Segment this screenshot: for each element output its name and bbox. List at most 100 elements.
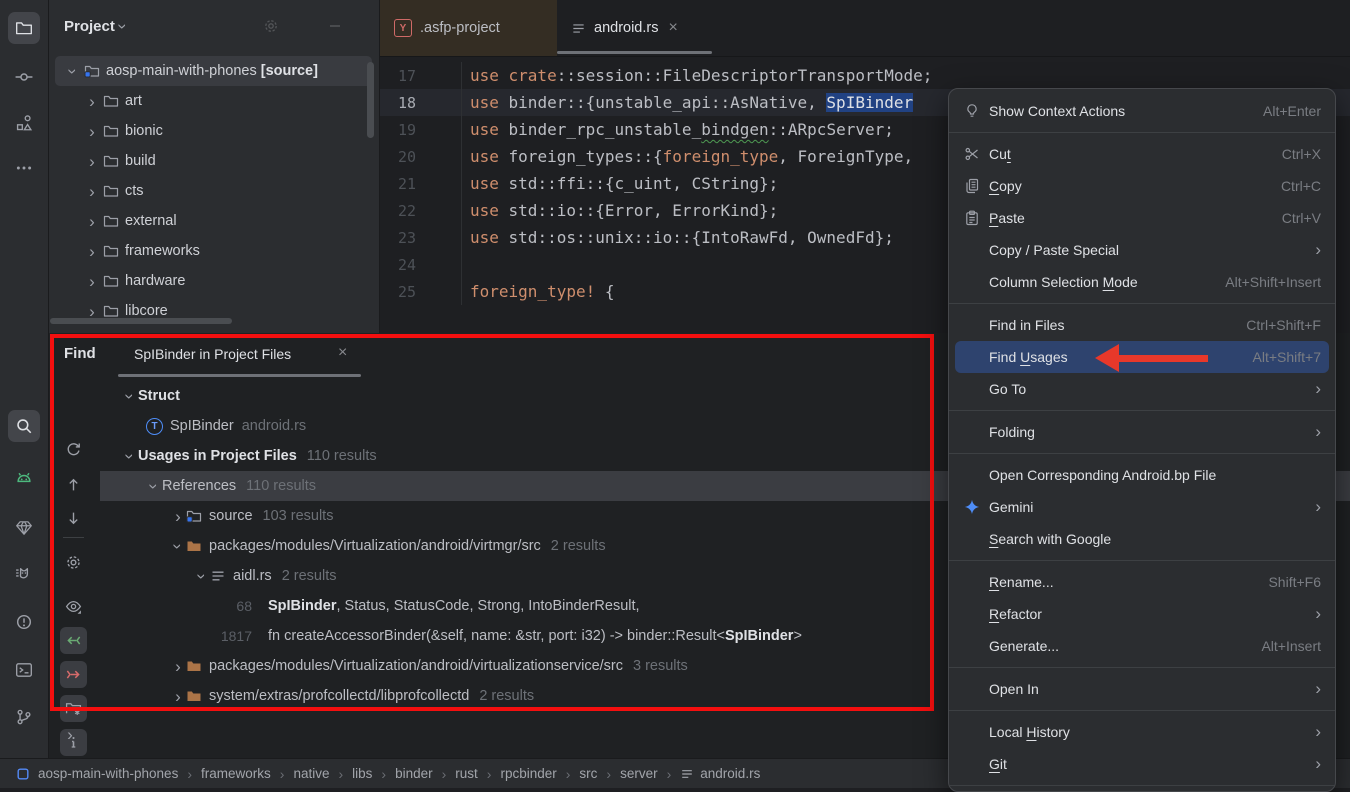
- tree-item-cts[interactable]: ›cts: [48, 176, 379, 206]
- menu-item-copy-paste-special[interactable]: Copy / Paste Special›: [955, 234, 1329, 266]
- menu-item-open-in[interactable]: Open In›: [955, 673, 1329, 705]
- hide-panel-icon[interactable]: [327, 18, 343, 34]
- find-panel-title: Find: [64, 345, 96, 362]
- submenu-arrow-icon: ›: [1315, 379, 1321, 399]
- toolbar-button-structure[interactable]: [8, 107, 40, 139]
- menu-item-show-context-actions[interactable]: Show Context ActionsAlt+Enter: [955, 95, 1329, 127]
- breadcrumb-item-rust[interactable]: rust: [455, 766, 478, 781]
- menu-item-local-history[interactable]: Local History›: [955, 716, 1329, 748]
- find-toolbar-rerun-search[interactable]: [60, 436, 87, 463]
- toolbar-button-profiler[interactable]: [8, 557, 40, 589]
- find-toolbar-open-results-in-new-tab[interactable]: [60, 695, 87, 722]
- menu-item-cut[interactable]: CutCtrl+X: [955, 138, 1329, 170]
- close-tab-icon[interactable]: ×: [668, 19, 677, 37]
- folder-icon: [103, 153, 119, 169]
- menu-item-folding[interactable]: Folding›: [955, 416, 1329, 448]
- find-toolbar-preview[interactable]: [60, 593, 87, 620]
- tab-android-rs[interactable]: android.rs ×: [557, 0, 712, 56]
- toolbar-button-logcat[interactable]: [8, 462, 40, 494]
- menu-item-find-in-files[interactable]: Find in FilesCtrl+Shift+F: [955, 309, 1329, 341]
- breadcrumb-item-aosp-main-with-phones[interactable]: aosp-main-with-phones: [38, 766, 178, 781]
- breadcrumb-item-server[interactable]: server: [620, 766, 658, 781]
- project-horizontal-scrollbar[interactable]: [50, 318, 232, 324]
- chevron-right-icon: ›: [84, 123, 100, 140]
- tree-item-external[interactable]: ›external: [48, 206, 379, 236]
- breadcrumb-item-libs[interactable]: libs: [352, 766, 372, 781]
- find-results-tab[interactable]: SpIBinder in Project Files: [134, 346, 291, 362]
- menu-item-search-with-google[interactable]: Search with Google: [955, 523, 1329, 555]
- gemini-icon: [963, 498, 981, 516]
- tree-item-art[interactable]: ›art: [48, 86, 379, 116]
- code-text: use std::ffi::{c_uint, CString};: [470, 174, 778, 193]
- expand-chevron-icon[interactable]: ›: [62, 726, 78, 743]
- chevron-right-icon: ›: [84, 243, 100, 260]
- menu-item-git[interactable]: Git›: [955, 748, 1329, 780]
- find-toolbar-settings[interactable]: [60, 549, 87, 576]
- submenu-arrow-icon: ›: [1315, 422, 1321, 442]
- toolbar-button-app-quality-insights[interactable]: [8, 512, 40, 544]
- close-find-tab-icon[interactable]: ×: [338, 344, 347, 362]
- tree-item-hardware[interactable]: ›hardware: [48, 266, 379, 296]
- project-tree: ›aosp-main-with-phones [source]›art›bion…: [48, 56, 379, 326]
- folder-icon: [103, 303, 119, 319]
- menu-item-refactor[interactable]: Refactor›: [955, 598, 1329, 630]
- file-lines-icon: [680, 767, 694, 781]
- line-number: 20: [380, 143, 462, 170]
- chevron-right-icon: ›: [84, 303, 100, 320]
- gear-icon: [65, 554, 82, 571]
- chevron-right-icon: ›: [84, 183, 100, 200]
- menu-item-paste[interactable]: PasteCtrl+V: [955, 202, 1329, 234]
- tree-item-aosp-main-with-phones[interactable]: ›aosp-main-with-phones [source]: [55, 56, 372, 86]
- find-toolbar-previous-result[interactable]: [60, 471, 87, 498]
- chevron-down-icon: ›: [122, 448, 139, 464]
- menu-item-find-usages[interactable]: Find UsagesAlt+Shift+7: [955, 341, 1329, 373]
- breadcrumb-item-native[interactable]: native: [293, 766, 329, 781]
- find-toolbar-next-result[interactable]: [60, 505, 87, 532]
- toolbar-button-problems[interactable]: [8, 606, 40, 638]
- menu-item-open-corresponding-android-bp-file[interactable]: Open Corresponding Android.bp File: [955, 459, 1329, 491]
- menu-item-label: Copy / Paste Special: [989, 242, 1119, 258]
- menu-item-generate[interactable]: Generate...Alt+Insert: [955, 630, 1329, 662]
- find-toolbar-previous-occurrence[interactable]: [60, 627, 87, 654]
- menu-item-rename[interactable]: Rename...Shift+F6: [955, 566, 1329, 598]
- breadcrumb-item-android-rs[interactable]: android.rs: [680, 766, 760, 781]
- menu-item-go-to[interactable]: Go To›: [955, 373, 1329, 405]
- breadcrumb-item-frameworks[interactable]: frameworks: [201, 766, 271, 781]
- menu-separator: [949, 132, 1335, 133]
- chevron-right-icon: ›: [84, 93, 100, 110]
- breadcrumb-item-binder[interactable]: binder: [395, 766, 433, 781]
- toolbar-button-project[interactable]: [8, 12, 40, 44]
- folder-filled-icon: [186, 658, 202, 674]
- struct-icon: T: [146, 418, 163, 435]
- menu-item-copy[interactable]: CopyCtrl+C: [955, 170, 1329, 202]
- toolbar-button-terminal[interactable]: [8, 654, 40, 686]
- menu-item-gemini[interactable]: Gemini›: [955, 491, 1329, 523]
- gear-icon[interactable]: [263, 18, 279, 34]
- menu-separator: [949, 667, 1335, 668]
- next-occ-icon: [65, 666, 82, 683]
- menu-shortcut: Alt+Shift+Insert: [1225, 274, 1321, 290]
- menu-item-column-selection-mode[interactable]: Column Selection ModeAlt+Shift+Insert: [955, 266, 1329, 298]
- project-panel-header[interactable]: Project ›: [48, 0, 379, 52]
- line-number: 24: [380, 251, 462, 278]
- tree-item-build[interactable]: ›build: [48, 146, 379, 176]
- project-vertical-scrollbar[interactable]: [367, 62, 374, 138]
- toolbar-button-more-tool-windows[interactable]: [8, 152, 40, 184]
- menu-item-label: Find in Files: [989, 317, 1064, 333]
- folder-icon: [15, 19, 33, 37]
- tree-item-frameworks[interactable]: ›frameworks: [48, 236, 379, 266]
- find-toolbar-next-occurrence[interactable]: [60, 661, 87, 688]
- tab-asfp-project[interactable]: Y .asfp-project: [380, 0, 557, 56]
- breadcrumb: aosp-main-with-phones›frameworks›native›…: [16, 766, 936, 782]
- file-icon: [571, 21, 586, 36]
- toolbar-button-commit[interactable]: [8, 61, 40, 93]
- usage-code-text: fn createAccessorBinder(&self, name: &st…: [268, 628, 802, 644]
- breadcrumb-item-rpcbinder[interactable]: rpcbinder: [500, 766, 556, 781]
- menu-separator: [949, 785, 1335, 786]
- code-line-17[interactable]: 17use crate::session::FileDescriptorTran…: [380, 62, 1350, 89]
- tree-item-bionic[interactable]: ›bionic: [48, 116, 379, 146]
- toolbar-button-find[interactable]: [8, 410, 40, 442]
- blue-square-icon: [16, 767, 30, 781]
- toolbar-button-version-control[interactable]: [8, 701, 40, 733]
- breadcrumb-item-src[interactable]: src: [579, 766, 597, 781]
